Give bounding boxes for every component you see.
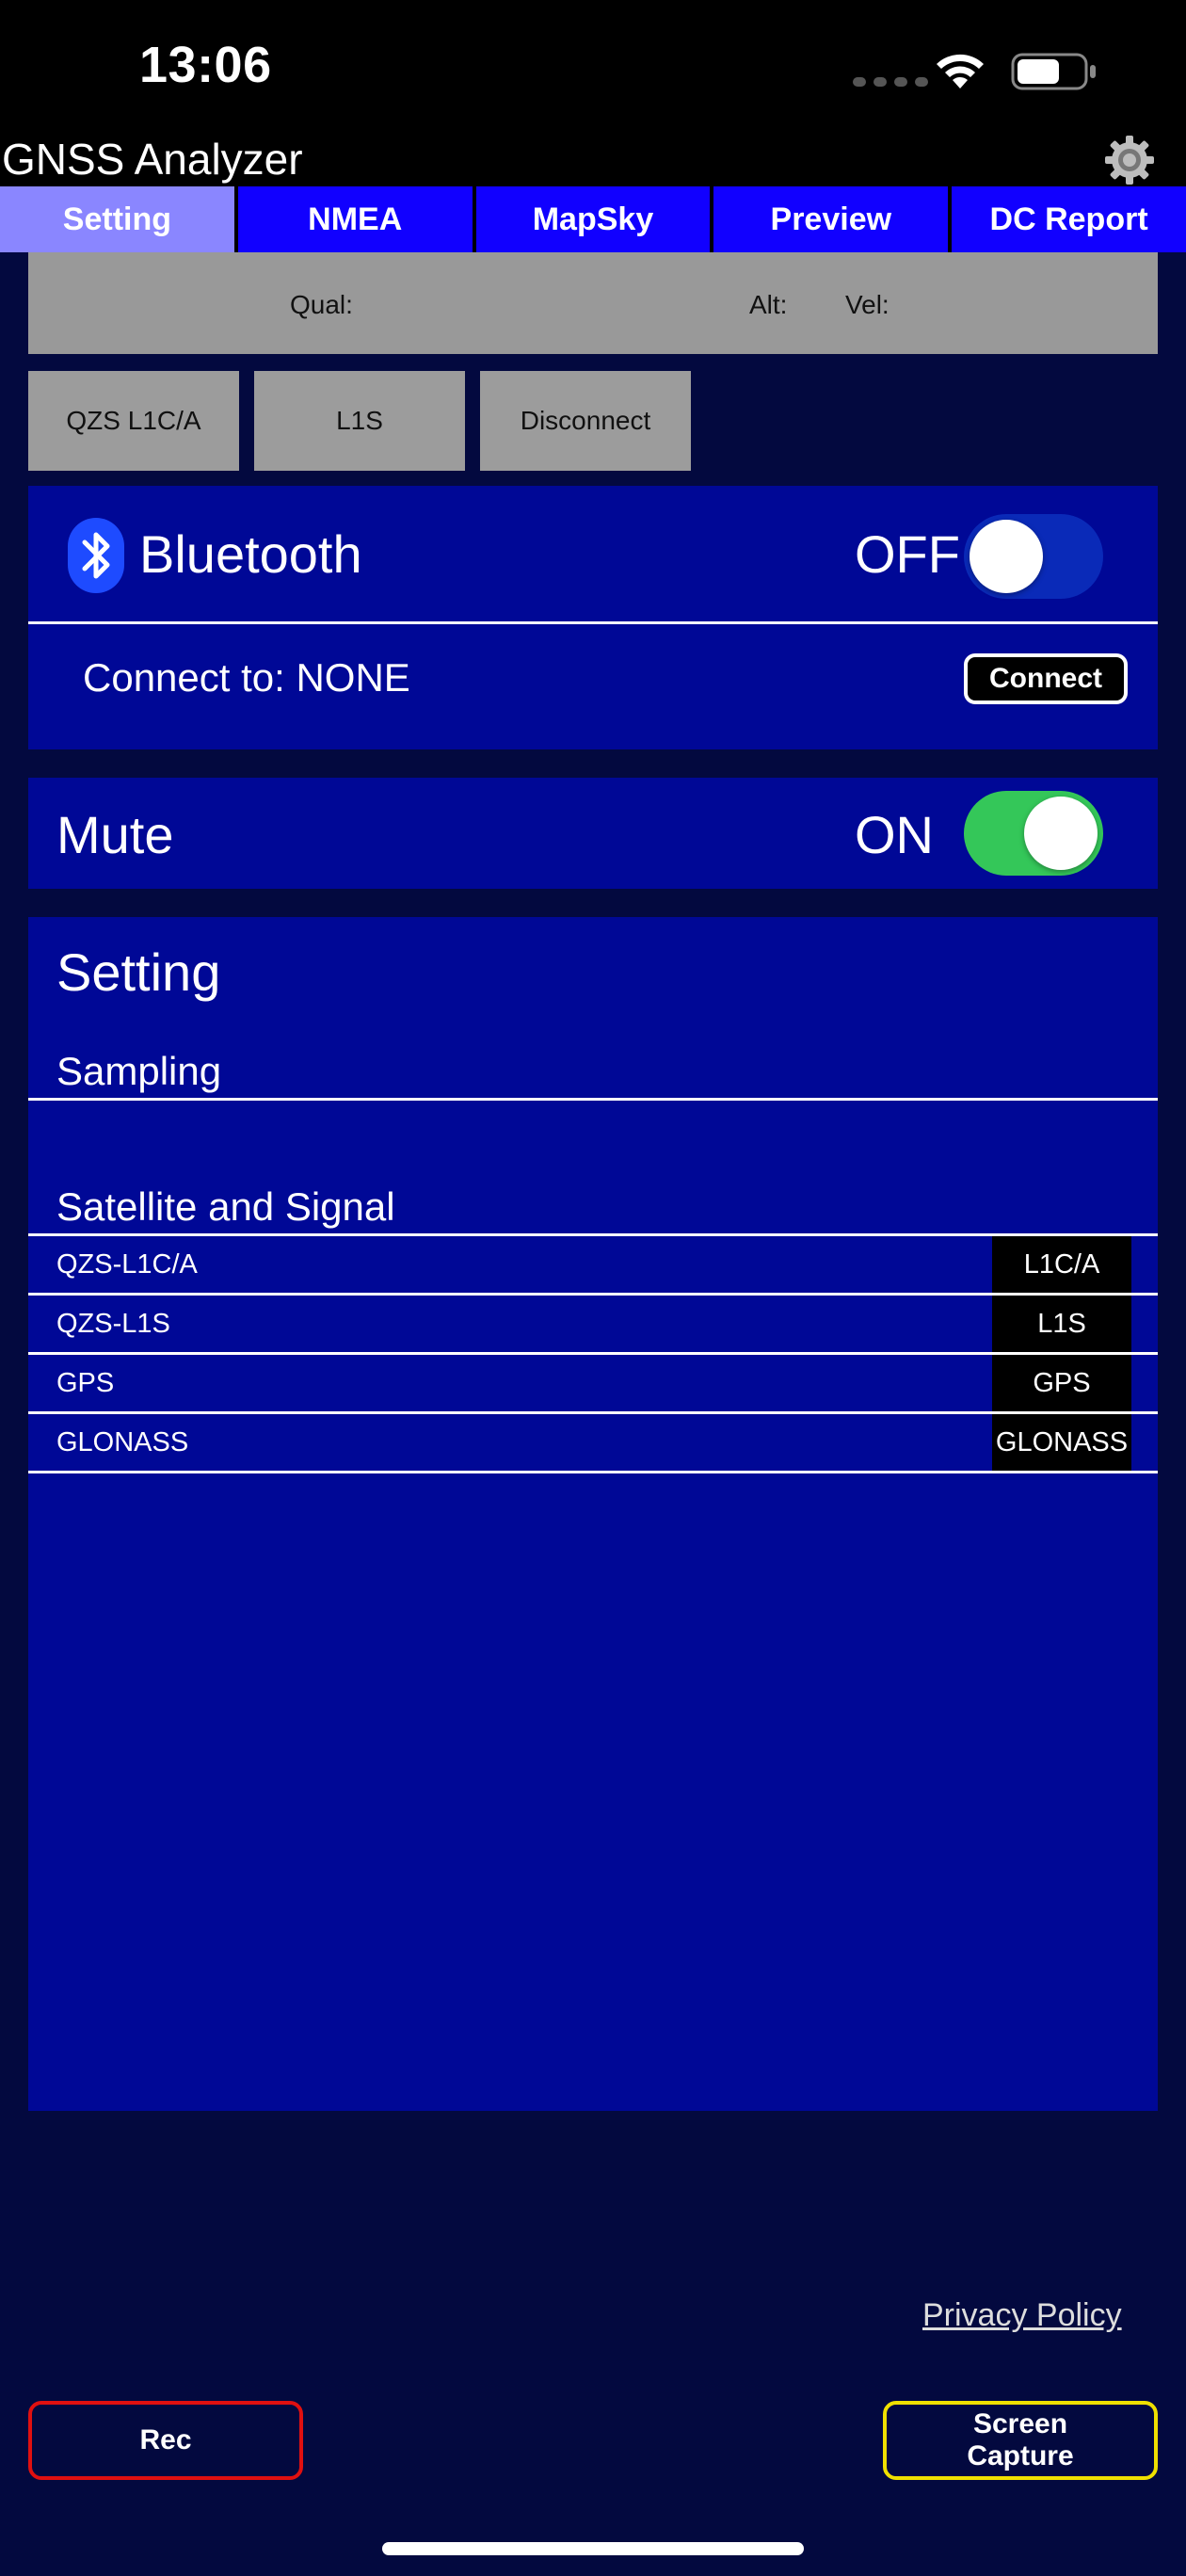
connect-button[interactable]: Connect	[964, 653, 1128, 704]
signal-name: QZS-L1S	[56, 1309, 170, 1339]
app-title: GNSS Analyzer	[2, 135, 303, 184]
signal-name: QZS-L1C/A	[56, 1249, 198, 1280]
bluetooth-icon	[68, 518, 124, 598]
tab-dc-report[interactable]: DC Report	[952, 186, 1186, 252]
l1s-button[interactable]: L1S	[254, 371, 465, 471]
divider	[28, 1471, 1158, 1473]
disconnect-button[interactable]: Disconnect	[480, 371, 691, 471]
signal-name: GLONASS	[56, 1427, 189, 1457]
vel-label: Vel:	[845, 290, 890, 319]
battery-icon	[1011, 53, 1098, 95]
signal-row-glonass[interactable]: GLONASS GLONASS	[28, 1414, 1158, 1471]
signal-tag: GPS	[992, 1355, 1131, 1411]
signal-row-qzs-l1ca[interactable]: QZS-L1C/A L1C/A	[28, 1236, 1158, 1293]
mute-toggle[interactable]	[964, 791, 1103, 876]
divider	[28, 1098, 1158, 1101]
divider	[28, 621, 1158, 624]
position-info-bar: Qual: Alt: Vel:	[28, 252, 1158, 354]
tab-nmea[interactable]: NMEA	[237, 186, 473, 252]
bluetooth-panel: Bluetooth OFF Connect to: NONE Connect	[28, 486, 1158, 749]
satellite-signal-title: Satellite and Signal	[56, 1184, 395, 1229]
privacy-policy-link[interactable]: Privacy Policy	[922, 2297, 1122, 2334]
tab-mapsky[interactable]: MapSky	[475, 186, 711, 252]
rec-button[interactable]: Rec	[28, 2401, 303, 2480]
tab-bar: Setting NMEA MapSky Preview DC Report	[0, 186, 1186, 252]
qual-label: Qual:	[290, 290, 353, 319]
setting-title: Setting	[56, 942, 221, 1002]
connect-to-text: Connect to: NONE	[83, 655, 410, 700]
bluetooth-toggle[interactable]	[964, 514, 1103, 599]
cellular-signal-icon	[853, 77, 928, 87]
tab-preview[interactable]: Preview	[713, 186, 949, 252]
home-indicator[interactable]	[382, 2542, 804, 2555]
status-time: 13:06	[139, 37, 272, 93]
mute-state: ON	[855, 805, 934, 864]
bluetooth-state: OFF	[855, 524, 960, 584]
signal-tag: L1S	[992, 1296, 1131, 1352]
signal-row-gps[interactable]: GPS GPS	[28, 1355, 1158, 1411]
mute-panel: Mute ON	[28, 778, 1158, 889]
bluetooth-label: Bluetooth	[139, 524, 362, 584]
screen-capture-button[interactable]: Screen Capture	[883, 2401, 1158, 2480]
signal-tag: GLONASS	[992, 1414, 1131, 1471]
mute-label: Mute	[56, 805, 174, 864]
qzs-l1ca-button[interactable]: QZS L1C/A	[28, 371, 239, 471]
signal-name: GPS	[56, 1368, 115, 1398]
setting-panel: Setting Sampling Satellite and Signal QZ…	[28, 917, 1158, 2111]
signal-tag: L1C/A	[992, 1236, 1131, 1293]
tab-setting[interactable]: Setting	[0, 186, 234, 252]
alt-label: Alt:	[749, 290, 788, 319]
signal-row-qzs-l1s[interactable]: QZS-L1S L1S	[28, 1296, 1158, 1352]
sampling-title: Sampling	[56, 1049, 222, 1093]
gear-icon[interactable]	[1101, 132, 1158, 193]
wifi-icon	[932, 49, 988, 95]
